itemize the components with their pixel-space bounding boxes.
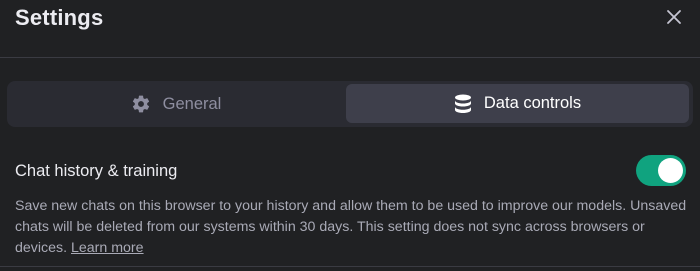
settings-tabs: General Data controls bbox=[7, 81, 693, 127]
tab-data-controls[interactable]: Data controls bbox=[346, 84, 689, 123]
chat-history-toggle[interactable] bbox=[636, 155, 686, 186]
tab-general-label: General bbox=[162, 94, 222, 113]
chat-history-setting: Chat history & training bbox=[15, 155, 687, 189]
divider bbox=[0, 266, 700, 267]
dialog-header: Settings bbox=[0, 0, 700, 58]
gear-icon bbox=[131, 94, 151, 114]
close-button[interactable] bbox=[660, 5, 688, 29]
chat-history-description: Save new chats on this browser to your h… bbox=[15, 196, 687, 259]
toggle-knob bbox=[658, 158, 683, 183]
settings-dialog: Settings General Data controls Chat hist… bbox=[0, 0, 700, 271]
chat-history-label: Chat history & training bbox=[15, 162, 178, 180]
database-icon bbox=[454, 94, 472, 114]
tab-general[interactable]: General bbox=[7, 81, 345, 127]
dialog-title: Settings bbox=[15, 5, 104, 30]
tab-data-controls-label: Data controls bbox=[483, 94, 582, 112]
close-icon bbox=[667, 10, 681, 24]
learn-more-link[interactable]: Learn more bbox=[71, 240, 144, 256]
